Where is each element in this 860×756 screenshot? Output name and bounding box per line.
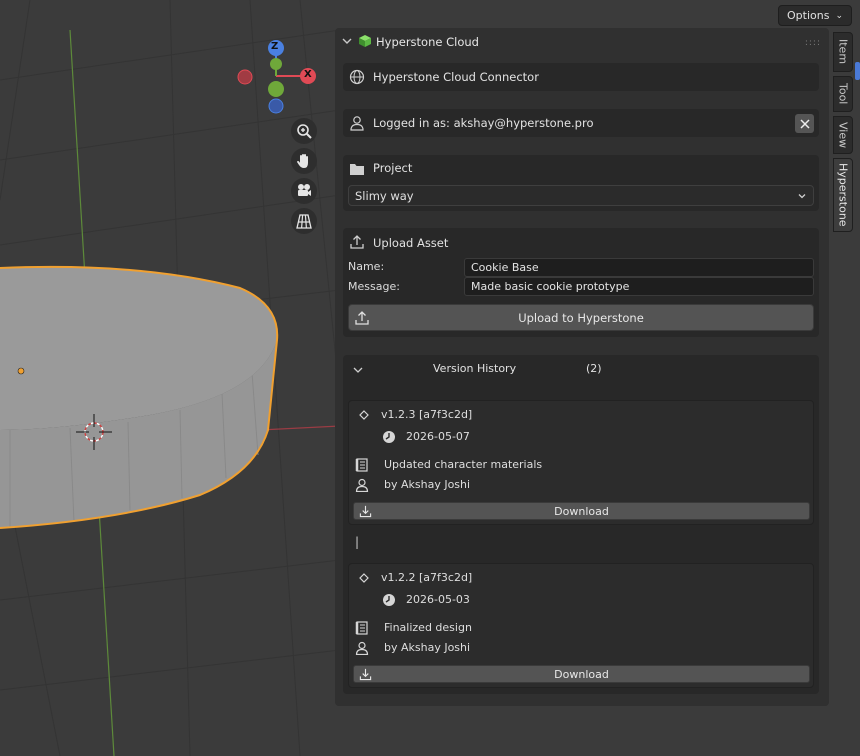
project-label: Project	[373, 161, 413, 175]
name-field-label: Name:	[348, 260, 385, 273]
download-icon	[359, 505, 372, 518]
chevron-down-icon[interactable]	[353, 365, 363, 375]
version-history-label: Version History	[433, 362, 517, 375]
version-author: by Akshay Joshi	[384, 478, 471, 491]
clock-icon	[383, 594, 395, 606]
version-message: Updated character materials	[384, 458, 543, 471]
gizmo-axis-z-label[interactable]: Z	[271, 41, 278, 52]
tab-view[interactable]: View	[833, 116, 853, 154]
pan-hand-icon[interactable]	[291, 148, 317, 174]
panel-title: Hyperstone Cloud	[376, 35, 479, 49]
user-icon	[355, 641, 369, 655]
logged-in-label: Logged in as: akshay@hyperstone.pro	[373, 116, 594, 130]
version-message: Finalized design	[384, 621, 472, 634]
project-section: Project Slimy way	[343, 155, 819, 211]
globe-icon	[349, 69, 365, 85]
version-card: v1.2.2 [a7f3c2d] 2026-05-03 Finalized de…	[348, 563, 814, 688]
version-date: 2026-05-03	[406, 593, 470, 606]
options-label: Options	[787, 9, 830, 22]
folder-icon	[350, 164, 364, 175]
drag-grip-icon[interactable]: ::::	[805, 38, 821, 48]
login-row: Logged in as: akshay@hyperstone.pro	[343, 109, 819, 137]
version-tag: v1.2.3 [a7f3c2d]	[381, 408, 473, 421]
message-field[interactable]: Made basic cookie prototype	[464, 277, 814, 296]
upload-icon	[350, 235, 364, 249]
download-label: Download	[554, 667, 609, 681]
version-card: v1.2.3 [a7f3c2d] 2026-05-07 Updated char…	[348, 400, 814, 525]
connector-label: Hyperstone Cloud Connector	[373, 70, 539, 84]
download-button[interactable]: Download	[353, 665, 810, 683]
chevron-down-icon: ⌄	[835, 10, 843, 21]
upload-asset-label: Upload Asset	[373, 236, 449, 250]
diamond-icon	[359, 573, 369, 583]
version-date: 2026-05-07	[406, 430, 470, 443]
tab-item[interactable]: Item	[833, 32, 853, 72]
message-log-icon	[355, 458, 368, 472]
logout-button[interactable]	[795, 114, 814, 133]
diamond-icon	[359, 410, 369, 420]
upload-icon	[355, 311, 369, 325]
user-icon	[355, 478, 369, 492]
hyperstone-cube-icon	[359, 35, 371, 47]
orthographic-grid-icon[interactable]	[291, 208, 317, 234]
close-icon	[799, 118, 810, 129]
download-icon	[359, 668, 372, 681]
name-field[interactable]: Cookie Base	[464, 258, 814, 277]
chevron-down-icon[interactable]	[342, 36, 352, 46]
zoom-icon[interactable]	[291, 118, 317, 144]
gizmo-axis-x-label[interactable]: X	[304, 69, 312, 80]
project-selected: Slimy way	[355, 189, 414, 203]
upload-button-label: Upload to Hyperstone	[518, 310, 644, 325]
connector-row: Hyperstone Cloud Connector	[343, 63, 819, 91]
clock-icon	[383, 431, 395, 443]
upload-button[interactable]: Upload to Hyperstone	[348, 304, 814, 331]
user-icon	[350, 116, 364, 131]
version-author: by Akshay Joshi	[384, 641, 471, 654]
chevron-down-icon	[798, 194, 806, 199]
options-dropdown[interactable]: Options ⌄	[778, 5, 852, 26]
version-tag: v1.2.2 [a7f3c2d]	[381, 571, 473, 584]
download-label: Download	[554, 504, 609, 518]
upload-section: Upload Asset Name: Cookie Base Message: …	[343, 228, 819, 337]
tab-hyperstone[interactable]: Hyperstone	[833, 158, 853, 232]
camera-view-icon[interactable]	[291, 178, 317, 204]
version-history-section: Version History (2) v1.2.3 [a7f3c2d] 202…	[343, 355, 819, 694]
message-log-icon	[355, 621, 368, 635]
download-button[interactable]: Download	[353, 502, 810, 520]
panel-header[interactable]: Hyperstone Cloud ::::	[335, 28, 829, 56]
tab-tool[interactable]: Tool	[833, 76, 853, 112]
project-dropdown[interactable]: Slimy way	[348, 185, 814, 206]
version-separator: |	[355, 535, 360, 549]
message-field-label: Message:	[348, 280, 400, 293]
hyperstone-panel: Hyperstone Cloud :::: Hyperstone Cloud C…	[335, 28, 829, 706]
sidebar-accent	[855, 62, 860, 80]
version-count: (2)	[586, 362, 602, 375]
